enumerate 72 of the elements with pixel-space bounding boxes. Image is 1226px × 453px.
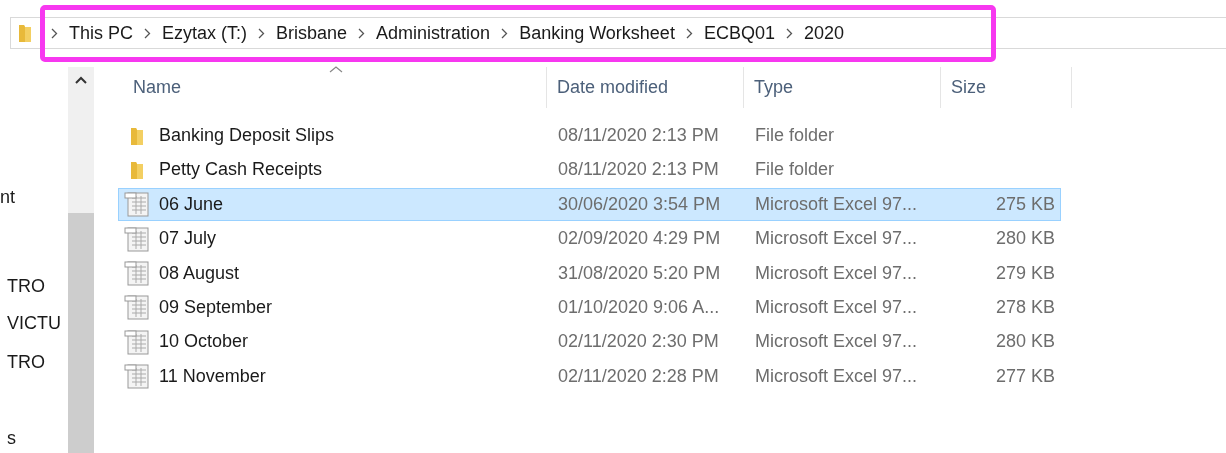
column-header[interactable]: Type [744,67,941,108]
file-name: 09 September [159,296,273,318]
date-modified: 08/11/2020 2:13 PM [558,159,719,181]
file-row[interactable]: 09 September 01/10/2020 9:06 A... Microsoft Excel 97... 278 KB [118,290,1061,324]
file-type: Microsoft Excel 97... [755,262,918,284]
nav-item[interactable]: nt [0,187,15,208]
file-type: Microsoft Excel 97... [755,296,918,318]
file-type: Microsoft Excel 97... [755,331,918,353]
column-header[interactable]: Date modified [547,67,744,108]
date-modified: 31/08/2020 5:20 PM [558,262,721,284]
breadcrumb-item[interactable]: ECBQ01 [703,22,775,44]
file-type: Microsoft Excel 97... [755,228,918,250]
file-size: 280 KB [995,228,1055,250]
nav-item[interactable]: TRO [7,276,45,297]
file-name: Petty Cash Receipts [159,159,323,181]
folder-icon [18,23,32,43]
file-size: 278 KB [995,296,1055,318]
file-name: 07 July [159,228,217,250]
file-type: File folder [755,159,835,181]
breadcrumb-item[interactable]: Brisbane [276,22,348,44]
file-row[interactable]: Banking Deposit Slips 08/11/2020 2:13 PM File folder [118,119,1061,152]
date-modified: 01/10/2020 9:06 A... [558,296,720,318]
file-size: 277 KB [995,365,1055,387]
file-row[interactable]: 06 June 30/06/2020 3:54 PM Microsoft Excel 97... 275 KB [118,187,1061,221]
file-size: 275 KB [995,193,1055,215]
file-type: File folder [755,125,835,146]
scroll-up-icon[interactable] [75,76,87,84]
spreadsheet-icon [124,225,150,252]
file-name: 06 June [159,193,224,215]
date-modified: 02/11/2020 2:28 PM [558,365,719,387]
spreadsheet-icon [124,363,150,390]
breadcrumb-item[interactable]: 2020 [803,22,844,44]
breadcrumb-item[interactable]: This PC [69,22,133,44]
file-size: 279 KB [995,262,1055,284]
date-modified: 08/11/2020 2:13 PM [558,125,719,146]
spreadsheet-icon [124,260,150,287]
chevron-icon [685,27,693,39]
file-name: 11 November [159,365,266,387]
file-name: 08 August [159,262,240,284]
file-row[interactable]: 08 August 31/08/2020 5:20 PM Microsoft Excel 97... 279 KB [118,256,1061,290]
breadcrumb-item[interactable]: Ezytax (T:) [162,22,248,44]
file-row[interactable]: 07 July 02/09/2020 4:29 PM Microsoft Excel 97... 280 KB [118,222,1061,256]
scrollbar[interactable] [68,67,94,453]
file-row[interactable]: 10 October 02/11/2020 2:30 PM Microsoft Excel 97... 280 KB [118,325,1061,359]
column-header[interactable]: Size [941,67,1072,108]
spreadsheet-icon [124,191,150,218]
file-row[interactable]: 11 November 02/11/2020 2:28 PM Microsoft Excel 97... 277 KB [118,359,1061,393]
date-modified: 30/06/2020 3:54 PM [558,193,721,215]
chevron-icon [51,27,58,39]
file-type: Microsoft Excel 97... [755,365,918,387]
date-modified: 02/09/2020 4:29 PM [558,228,721,250]
breadcrumb-item[interactable]: Banking Worksheet [519,22,675,44]
scrollbar-thumb[interactable] [68,213,94,453]
spreadsheet-icon [124,328,150,355]
chevron-icon [785,27,793,39]
file-size: 280 KB [995,331,1055,353]
address-bar[interactable]: This PC Ezytax (T:) Brisbane Administration Banking Worksheet ECBQ01 2020 [10,17,1226,49]
chevron-icon [258,27,266,39]
chevron-icon [144,27,151,39]
file-name: 10 October [159,331,249,353]
chevron-icon [501,27,509,39]
nav-item[interactable]: VICTU [7,313,61,334]
file-type: Microsoft Excel 97... [755,193,918,215]
file-row[interactable]: Petty Cash Receipts 08/11/2020 2:13 PM File folder [118,153,1061,187]
chevron-icon [358,27,366,39]
file-name: Banking Deposit Slips [159,125,335,146]
date-modified: 02/11/2020 2:30 PM [558,331,719,353]
column-header[interactable]: Name [123,67,547,108]
spreadsheet-icon [124,294,150,321]
breadcrumb-item[interactable]: Administration [376,22,491,44]
nav-item[interactable]: s [7,428,16,449]
nav-item[interactable]: TRO [7,352,45,373]
